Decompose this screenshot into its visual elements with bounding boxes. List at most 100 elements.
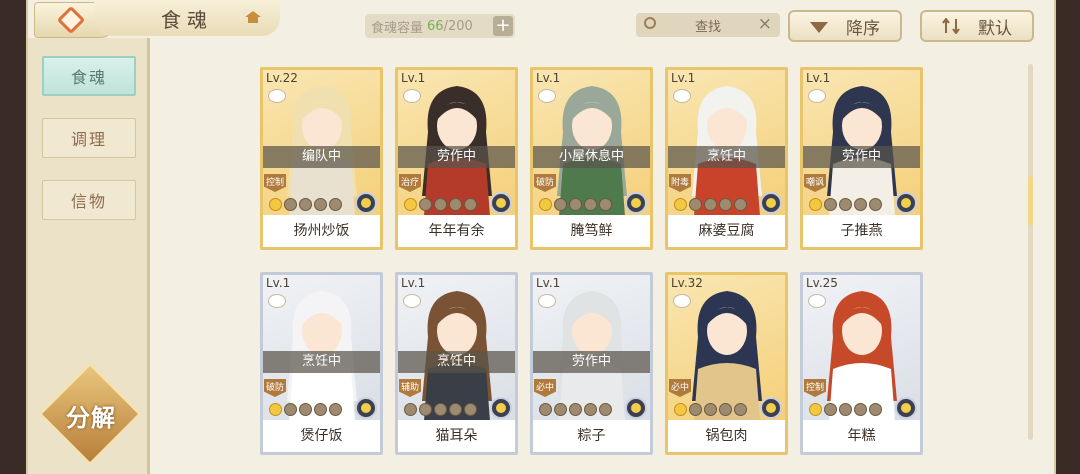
card-status: 烹饪中 [263, 351, 380, 373]
star-icon [689, 403, 702, 416]
card-name: 猫耳朵 [398, 420, 515, 452]
star-icon [569, 198, 582, 211]
food-soul-card[interactable]: Lv.1 劳作中 嘲讽 子推燕 [800, 67, 923, 250]
star-icon [824, 403, 837, 416]
sort-mode-button[interactable]: 默认 [920, 10, 1034, 42]
card-status: 劳作中 [803, 146, 920, 168]
card-name: 扬州炒饭 [263, 215, 380, 247]
tab-label: 食魂 [70, 68, 107, 87]
star-icon [689, 198, 702, 211]
lock-toggle-icon[interactable] [673, 89, 691, 103]
star-icon [839, 198, 852, 211]
star-icon [269, 198, 282, 211]
element-gem-icon [895, 192, 917, 214]
element-gem-icon [355, 192, 377, 214]
sort-order-button[interactable]: 降序 [788, 10, 902, 42]
star-icon [419, 403, 432, 416]
star-icon [704, 198, 717, 211]
card-level: Lv.1 [401, 276, 426, 290]
star-icon [869, 403, 882, 416]
star-icon [299, 403, 312, 416]
game-window: 食魂 食魂容量 66 /200 + 查找 × 降序 默认 食魂 调理 信物 分解… [26, 0, 1056, 474]
star-icon [464, 198, 477, 211]
food-soul-card[interactable]: Lv.1 劳作中 治疗 年年有余 [395, 67, 518, 250]
lock-toggle-icon[interactable] [673, 294, 691, 308]
star-icon [674, 403, 687, 416]
food-soul-card[interactable]: Lv.1 烹饪中 破防 煲仔饭 [260, 272, 383, 455]
page-title-tab: 食魂 [94, 0, 280, 36]
card-portrait: Lv.32 必中 [668, 275, 785, 422]
star-rating [269, 403, 342, 416]
sort-order-label: 降序 [846, 18, 880, 39]
sidebar: 食魂 调理 信物 分解 [28, 38, 150, 474]
card-portrait: Lv.1 劳作中 必中 [533, 275, 650, 422]
card-level: Lv.1 [401, 71, 426, 85]
top-bar: 食魂 食魂容量 66 /200 + 查找 × 降序 默认 [28, 0, 1054, 44]
element-gem-icon [625, 192, 647, 214]
star-icon [449, 198, 462, 211]
sort-mode-label: 默认 [978, 18, 1012, 39]
card-name: 麻婆豆腐 [668, 215, 785, 247]
lock-toggle-icon[interactable] [403, 294, 421, 308]
tab-label: 调理 [70, 130, 107, 149]
card-level: Lv.32 [671, 276, 703, 290]
element-gem-icon [490, 397, 512, 419]
tab-tokens[interactable]: 信物 [42, 180, 136, 220]
sort-swap-icon [942, 18, 960, 34]
star-icon [839, 403, 852, 416]
food-soul-card[interactable]: Lv.1 烹饪中 辅助 猫耳朵 [395, 272, 518, 455]
tab-seasoning[interactable]: 调理 [42, 118, 136, 158]
food-soul-card[interactable]: Lv.22 编队中 控制 扬州炒饭 [260, 67, 383, 250]
star-icon [854, 198, 867, 211]
card-level: Lv.1 [536, 276, 561, 290]
star-icon [719, 198, 732, 211]
card-name: 腌笃鲜 [533, 215, 650, 247]
element-gem-icon [625, 397, 647, 419]
star-icon [554, 198, 567, 211]
card-status: 劳作中 [398, 146, 515, 168]
capacity-add-button[interactable]: + [493, 16, 513, 36]
lock-toggle-icon[interactable] [268, 294, 286, 308]
star-icon [584, 403, 597, 416]
search-input[interactable]: 查找 × [636, 13, 780, 37]
clear-search-button[interactable]: × [758, 14, 772, 34]
lock-toggle-icon[interactable] [808, 294, 826, 308]
star-icon [314, 198, 327, 211]
star-icon [809, 403, 822, 416]
lock-toggle-icon[interactable] [808, 89, 826, 103]
star-icon [854, 403, 867, 416]
star-icon [434, 198, 447, 211]
lock-toggle-icon[interactable] [268, 89, 286, 103]
food-soul-card[interactable]: Lv.1 小屋休息中 破防 腌笃鲜 [530, 67, 653, 250]
scrollbar-thumb[interactable] [1028, 176, 1033, 226]
star-rating [539, 198, 612, 211]
scrollbar[interactable] [1028, 64, 1033, 440]
tab-label: 信物 [70, 192, 107, 211]
lock-toggle-icon[interactable] [538, 89, 556, 103]
character-portrait [692, 291, 762, 421]
star-icon [824, 198, 837, 211]
food-soul-card[interactable]: Lv.1 劳作中 必中 粽子 [530, 272, 653, 455]
lock-toggle-icon[interactable] [403, 89, 421, 103]
card-name: 煲仔饭 [263, 420, 380, 452]
star-icon [284, 403, 297, 416]
star-rating [539, 403, 612, 416]
star-icon [404, 403, 417, 416]
decompose-label: 分解 [66, 404, 116, 432]
star-rating [809, 403, 882, 416]
star-icon [734, 198, 747, 211]
star-icon [419, 198, 432, 211]
card-portrait: Lv.1 劳作中 嘲讽 [803, 70, 920, 217]
card-name: 年糕 [803, 420, 920, 452]
star-icon [329, 403, 342, 416]
food-soul-card[interactable]: Lv.1 烹饪中 附毒 麻婆豆腐 [665, 67, 788, 250]
tab-food-souls[interactable]: 食魂 [42, 56, 136, 96]
food-soul-card[interactable]: Lv.25 控制 年糕 [800, 272, 923, 455]
element-gem-icon [760, 397, 782, 419]
star-rating [674, 198, 747, 211]
star-rating [269, 198, 342, 211]
lock-toggle-icon[interactable] [538, 294, 556, 308]
food-soul-card[interactable]: Lv.32 必中 锅包肉 [665, 272, 788, 455]
star-rating [674, 403, 747, 416]
star-icon [554, 403, 567, 416]
